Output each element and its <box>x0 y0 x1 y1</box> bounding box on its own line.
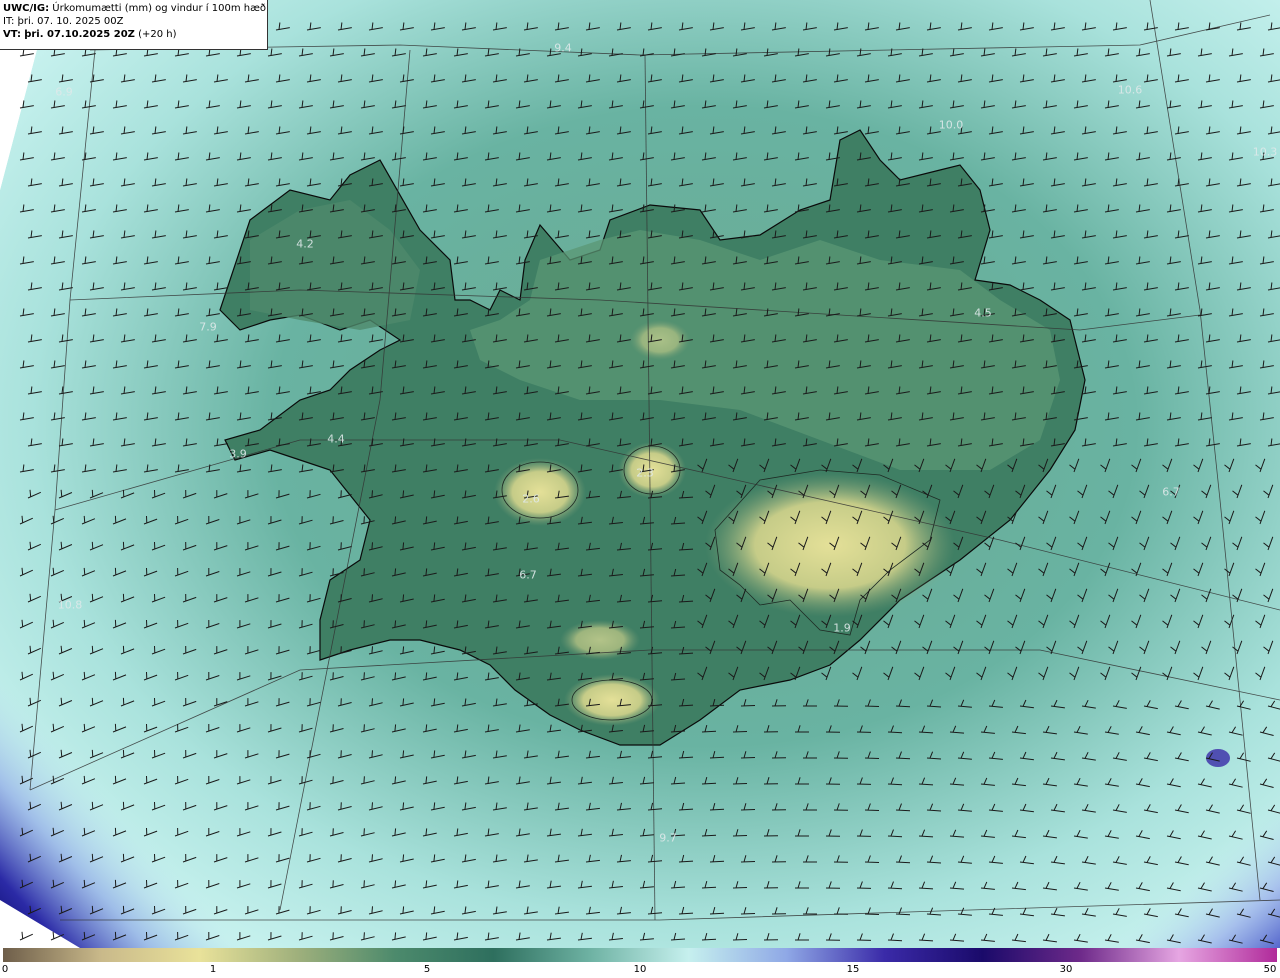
map-value-label: 9.7 <box>659 831 677 845</box>
legend-tick-label: 1 <box>209 964 217 975</box>
map-value-label: 7.9 <box>199 320 217 334</box>
map-value-label: 6.7 <box>1162 485 1180 499</box>
dry-area-langjokull <box>494 458 586 526</box>
vt-value: þri. 07.10.2025 20Z <box>24 29 135 40</box>
map-value-label: 6.7 <box>519 568 537 582</box>
weather-map[interactable]: 6.9 9.4 10.6 10.0 10.3 4.2 7.9 4.5 4.4 3.9 2.3 2.6 6… <box>0 0 1280 948</box>
valid-time-line: VT: þri. 07.10.2025 20Z (+20 h) <box>3 28 264 41</box>
map-value-label: 9.4 <box>554 41 572 55</box>
title-line: UWC/IG: Úrkomumætti (mm) og vindur í 100… <box>3 2 267 15</box>
legend-tick-label: 15 <box>846 964 860 975</box>
map-value-label: 2.6 <box>522 492 540 506</box>
legend-tick-label: 10 <box>633 964 647 975</box>
legend-color-bar <box>3 948 1277 962</box>
map-value-label: 4.5 <box>974 306 992 320</box>
dry-area-south <box>560 620 640 660</box>
map-title: Úrkomumætti (mm) og vindur í 100m hæð <box>52 3 267 14</box>
map-value-label: 4.4 <box>327 432 345 446</box>
model-label: UWC/IG: <box>3 3 50 14</box>
map-value-label: 1.9 <box>833 621 851 635</box>
map-value-label: 10.0 <box>938 118 964 132</box>
map-value-label: 10.6 <box>1117 83 1143 97</box>
map-value-label: 10.8 <box>57 598 83 612</box>
it-value: þri. 07. 10. 2025 00Z <box>17 16 124 27</box>
legend-tick-label: 5 <box>423 964 431 975</box>
map-value-label: 4.2 <box>296 237 314 251</box>
vt-label: VT: <box>3 29 22 40</box>
legend-tick-label: 50 <box>1263 964 1277 975</box>
map-value-label: 6.9 <box>55 85 73 99</box>
legend-tick-label: 0 <box>1 964 9 975</box>
map-value-label: 10.3 <box>1252 145 1278 159</box>
color-legend: 0 1 5 10 15 30 50 <box>0 948 1280 978</box>
it-label: IT: <box>3 16 15 27</box>
map-value-label: 2.3 <box>636 466 654 480</box>
dry-area-myrdalsjokull <box>564 674 660 726</box>
map-value-label: 3.9 <box>229 447 247 461</box>
legend-tick-label: 30 <box>1059 964 1073 975</box>
init-time-line: IT: þri. 07. 10. 2025 00Z <box>3 15 264 28</box>
vt-offset: (+20 h) <box>138 29 177 40</box>
info-box: UWC/IG: Úrkomumætti (mm) og vindur í 100… <box>0 0 268 50</box>
